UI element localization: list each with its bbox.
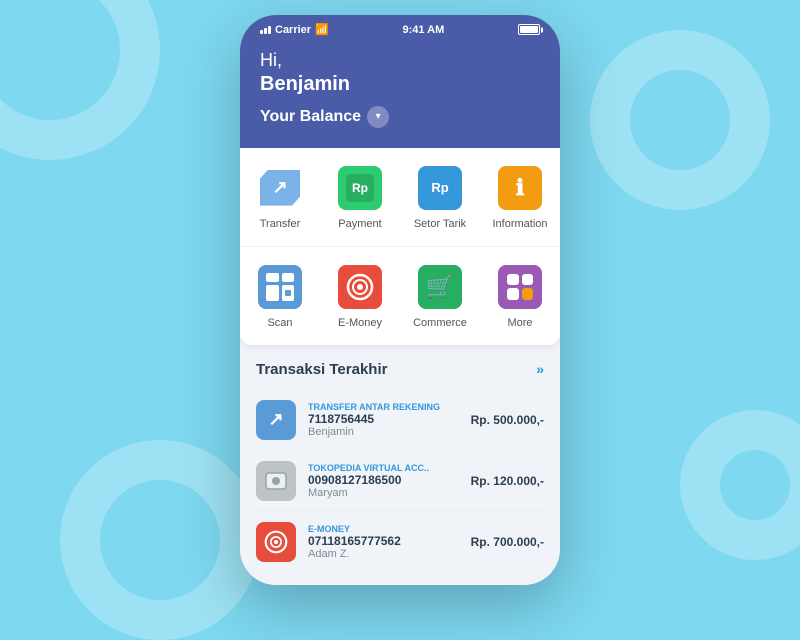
transaction-type-3: E-Money xyxy=(308,524,459,534)
transaction-item[interactable]: E-Money 07118165777562 Adam Z. Rp. 700.0… xyxy=(256,512,544,572)
status-left: Carrier 📶 xyxy=(260,23,329,36)
chevron-down-icon[interactable]: ▾ xyxy=(367,106,389,128)
transaction-account-3: 07118165777562 xyxy=(308,534,459,548)
transaction-amount-3: Rp. 700.000,- xyxy=(471,535,544,549)
greeting-hi: Hi, xyxy=(260,50,540,72)
actions-card: ↗ Transfer Rp Payment xyxy=(240,148,560,345)
transaction-info-3: E-Money 07118165777562 Adam Z. xyxy=(308,524,459,560)
action-information[interactable]: ℹ Information xyxy=(480,160,560,234)
bg-decoration-2 xyxy=(590,30,770,210)
transaction-name-3: Adam Z. xyxy=(308,548,459,560)
action-scan[interactable]: Scan xyxy=(240,259,320,333)
balance-label: Your Balance xyxy=(260,108,361,126)
transaction-icon-3 xyxy=(256,522,296,562)
information-label: Information xyxy=(492,218,547,230)
transactions-section: Transaksi Terakhir » ↗ Transfer Antar Re… xyxy=(240,345,560,585)
scan-icon xyxy=(256,263,304,311)
balance-row[interactable]: Your Balance ▾ xyxy=(260,106,540,128)
battery-icon xyxy=(518,24,540,35)
transactions-title: Transaksi Terakhir xyxy=(256,361,387,378)
greeting-name: Benjamin xyxy=(260,72,540,96)
commerce-icon: 🛒 xyxy=(416,263,464,311)
content-area: ↗ Transfer Rp Payment xyxy=(240,148,560,585)
status-right xyxy=(518,24,540,35)
header: Hi, Benjamin Your Balance ▾ xyxy=(240,40,560,148)
actions-row-1: ↗ Transfer Rp Payment xyxy=(240,148,560,246)
transactions-header: Transaksi Terakhir » xyxy=(256,361,544,378)
actions-row-2: Scan E-Money xyxy=(240,246,560,345)
transaction-info-2: Tokopedia Virtual Acc.. 00908127186500 M… xyxy=(308,463,459,499)
transaction-amount-2: Rp. 120.000,- xyxy=(471,474,544,488)
transaction-icon-1: ↗ xyxy=(256,400,296,440)
more-icon xyxy=(496,263,544,311)
payment-label: Payment xyxy=(338,218,381,230)
action-payment[interactable]: Rp Payment xyxy=(320,160,400,234)
action-transfer[interactable]: ↗ Transfer xyxy=(240,160,320,234)
emoney-label: E-Money xyxy=(338,317,382,329)
signal-icon xyxy=(260,26,271,34)
transfer-label: Transfer xyxy=(260,218,301,230)
setor-icon: Rp xyxy=(416,164,464,212)
information-icon: ℹ xyxy=(496,164,544,212)
transaction-item[interactable]: ↗ Transfer Antar Rekening 7118756445 Ben… xyxy=(256,390,544,451)
action-more[interactable]: More xyxy=(480,259,560,333)
transaction-amount-1: Rp. 500.000,- xyxy=(471,413,544,427)
commerce-label: Commerce xyxy=(413,317,467,329)
transaction-name-1: Benjamin xyxy=(308,426,459,438)
bg-decoration-4 xyxy=(680,410,800,560)
action-setor[interactable]: Rp Setor Tarik xyxy=(400,160,480,234)
transaction-account-1: 7118756445 xyxy=(308,412,459,426)
transaction-type-1: Transfer Antar Rekening xyxy=(308,402,459,412)
transaction-info-1: Transfer Antar Rekening 7118756445 Benja… xyxy=(308,402,459,438)
more-label: More xyxy=(507,317,532,329)
transfer-icon: ↗ xyxy=(256,164,304,212)
clock: 9:41 AM xyxy=(403,24,445,36)
bg-decoration-3 xyxy=(60,440,260,640)
transaction-account-2: 00908127186500 xyxy=(308,473,459,487)
scan-label: Scan xyxy=(267,317,292,329)
wifi-icon: 📶 xyxy=(315,23,329,36)
transaction-type-2: Tokopedia Virtual Acc.. xyxy=(308,463,459,473)
action-emoney[interactable]: E-Money xyxy=(320,259,400,333)
emoney-icon xyxy=(336,263,384,311)
transaction-item[interactable]: Tokopedia Virtual Acc.. 00908127186500 M… xyxy=(256,451,544,512)
transaction-name-2: Maryam xyxy=(308,487,459,499)
setor-label: Setor Tarik xyxy=(414,218,466,230)
see-all-button[interactable]: » xyxy=(536,361,544,377)
bg-decoration-1 xyxy=(0,0,160,160)
status-bar: Carrier 📶 9:41 AM xyxy=(240,15,560,40)
carrier-label: Carrier xyxy=(275,24,311,36)
payment-icon: Rp xyxy=(336,164,384,212)
phone-frame: Carrier 📶 9:41 AM Hi, Benjamin Your Bala… xyxy=(240,15,560,585)
action-commerce[interactable]: 🛒 Commerce xyxy=(400,259,480,333)
transaction-icon-2 xyxy=(256,461,296,501)
